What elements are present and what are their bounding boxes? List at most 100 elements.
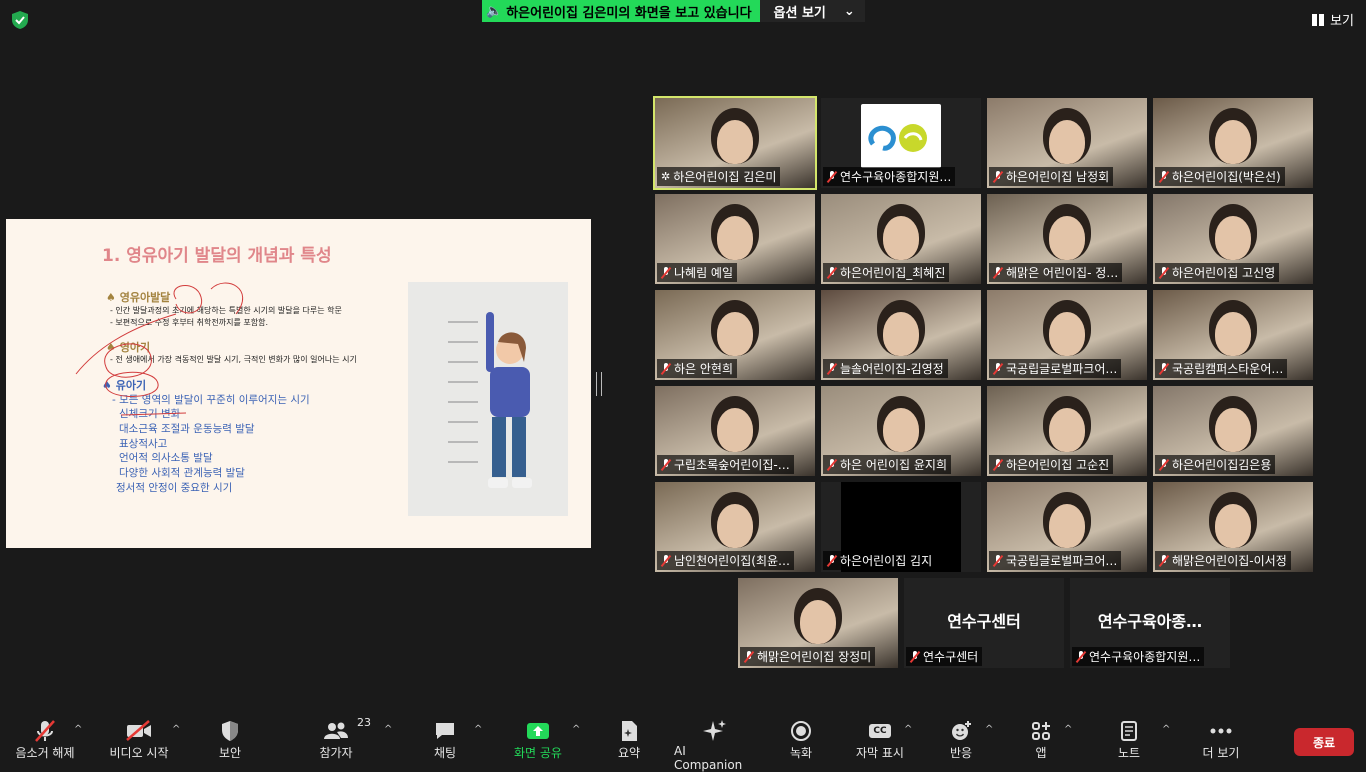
participant-name: 해맑은어린이집-이서정 xyxy=(1172,554,1287,568)
captions-caret-icon[interactable]: ^ xyxy=(904,724,912,735)
participant-name: 하은어린이집 김지 xyxy=(840,554,933,568)
security-button[interactable]: 보안 xyxy=(212,718,248,761)
apps-caret-icon[interactable]: ^ xyxy=(1064,724,1072,735)
participant-name: 하은어린이집 남정회 xyxy=(1006,170,1110,184)
participant-silhouette xyxy=(1049,120,1085,164)
participant-tile[interactable]: 해맑은 어린이집- 정… xyxy=(987,194,1147,284)
participant-name: 남인천어린이집(최윤… xyxy=(674,554,791,568)
participant-display-name: 연수구육아종… xyxy=(1097,612,1203,631)
participant-tile[interactable]: 하은 어린이집 윤지희 xyxy=(821,386,981,476)
reactions-button[interactable]: 반응 xyxy=(946,718,976,761)
chat-bubble-icon xyxy=(434,718,456,744)
share-status-text: 하은어린이집 김은미의 화면을 보고 있습니다 xyxy=(506,5,752,21)
unmute-button[interactable]: 음소거 해제 xyxy=(14,718,76,761)
participant-silhouette xyxy=(717,504,753,548)
mic-muted-icon xyxy=(1159,554,1169,567)
end-meeting-button[interactable]: 종료 xyxy=(1294,728,1354,756)
share-screen-button[interactable]: 화면 공유 xyxy=(510,718,566,761)
share-caret-icon[interactable]: ^ xyxy=(572,724,580,735)
participant-name: 국공립글로벌파크어… xyxy=(1006,362,1118,376)
participant-name: 하은어린이집김은용 xyxy=(1172,458,1272,472)
mic-muted-icon xyxy=(1076,650,1086,663)
participant-tile[interactable]: 하은어린이집 김지 xyxy=(821,482,981,572)
meeting-toolbar: 음소거 해제 ^ 비디오 시작 ^ 보안 23 참가자 ^ 채팅 ^ 화면 공유 xyxy=(0,706,1366,772)
security-shield-icon[interactable] xyxy=(10,10,30,30)
participant-tile[interactable]: 늘솔어린이집-김영정 xyxy=(821,290,981,380)
participant-tile[interactable]: ✲ 하은어린이집 김은미 xyxy=(653,96,817,190)
video-options-caret-icon[interactable]: ^ xyxy=(172,724,180,735)
participant-tile[interactable]: 구립초록숲어린이집-… xyxy=(655,386,815,476)
participant-tile[interactable]: 국공립캠퍼스타운어… xyxy=(1153,290,1313,380)
participant-tile[interactable]: 연수구육아종… 연수구육아종합지원… xyxy=(1070,578,1230,668)
participants-label: 참가자 xyxy=(319,746,353,760)
record-button[interactable]: 녹화 xyxy=(786,718,816,761)
smiley-add-icon xyxy=(950,718,972,744)
view-button[interactable]: 보기 xyxy=(1312,10,1354,29)
participant-nametag: 해맑은어린이집 장정미 xyxy=(740,647,876,666)
mic-muted-icon xyxy=(661,554,671,567)
panel-resize-handle[interactable] xyxy=(596,372,602,396)
apps-icon xyxy=(1031,718,1051,744)
chat-caret-icon[interactable]: ^ xyxy=(474,724,482,735)
mic-muted-icon xyxy=(827,170,837,183)
participant-tile[interactable]: 하은어린이집_최혜진 xyxy=(821,194,981,284)
summary-label: 요약 xyxy=(617,746,641,760)
participant-tile[interactable]: 하은어린이집 고신영 xyxy=(1153,194,1313,284)
participant-nametag: 하은어린이집 남정회 xyxy=(989,167,1114,186)
participant-nametag: 하은 어린이집 윤지희 xyxy=(823,455,951,474)
participant-tile[interactable]: 하은 안현희 xyxy=(655,290,815,380)
ai-companion-button[interactable]: AI Companion xyxy=(674,718,754,772)
grid-view-icon xyxy=(1312,13,1325,26)
spotlight-pin-icon: ✲ xyxy=(661,170,671,183)
mic-muted-icon xyxy=(993,554,1003,567)
reactions-label: 반응 xyxy=(949,746,973,760)
summary-button[interactable]: 요약 xyxy=(614,718,644,761)
audio-options-caret-icon[interactable]: ^ xyxy=(74,724,82,735)
share-screen-icon xyxy=(526,718,550,744)
notes-button[interactable]: 노트 xyxy=(1114,718,1144,761)
participant-nametag: ✲ 하은어린이집 김은미 xyxy=(657,167,781,186)
participant-name: 하은어린이집_최혜진 xyxy=(840,266,946,280)
share-screen-label: 화면 공유 xyxy=(514,746,562,760)
chat-button[interactable]: 채팅 xyxy=(430,718,460,761)
participant-tile[interactable]: 해맑은어린이집 장정미 xyxy=(738,578,898,668)
participants-button[interactable]: 23 참가자 xyxy=(316,716,371,761)
participants-caret-icon[interactable]: ^ xyxy=(384,724,392,735)
participant-nametag: 국공립캠퍼스타운어… xyxy=(1155,359,1288,378)
participant-tile[interactable]: 연수구센터 연수구센터 xyxy=(904,578,1064,668)
security-label: 보안 xyxy=(218,746,242,760)
participant-silhouette xyxy=(717,312,753,356)
participant-tile[interactable]: 하은어린이집 남정회 xyxy=(987,98,1147,188)
participant-silhouette xyxy=(800,600,836,644)
participant-silhouette xyxy=(1049,216,1085,260)
participant-tile[interactable]: 연수구육아종합지원… xyxy=(821,98,981,188)
apps-button[interactable]: 앱 xyxy=(1030,718,1052,761)
captions-icon: CC xyxy=(869,718,891,744)
participant-silhouette xyxy=(1215,120,1251,164)
participant-tile[interactable]: 국공립글로벌파크어… xyxy=(987,290,1147,380)
participant-silhouette xyxy=(1215,504,1251,548)
screen-share-banner: 🔈 하은어린이집 김은미의 화면을 보고 있습니다 옵션 보기 ⌄ xyxy=(482,0,865,22)
mic-muted-icon xyxy=(1159,362,1169,375)
participant-nametag: 늘솔어린이집-김영정 xyxy=(823,359,948,378)
notes-caret-icon[interactable]: ^ xyxy=(1162,724,1170,735)
participant-tile[interactable]: 해맑은어린이집-이서정 xyxy=(1153,482,1313,572)
view-options-button[interactable]: 옵션 보기 ⌄ xyxy=(759,0,865,22)
participant-tile[interactable]: 하은어린이집 고순진 xyxy=(987,386,1147,476)
participant-tile[interactable]: 나혜림 예일 xyxy=(655,194,815,284)
participant-tile[interactable]: 남인천어린이집(최윤… xyxy=(655,482,815,572)
participant-silhouette xyxy=(883,408,919,452)
start-video-button[interactable]: 비디오 시작 xyxy=(107,718,171,761)
video-off-icon xyxy=(125,718,153,744)
participant-tile[interactable]: 하은어린이집(박은선) xyxy=(1153,98,1313,188)
reactions-caret-icon[interactable]: ^ xyxy=(985,724,993,735)
participant-silhouette xyxy=(1215,216,1251,260)
captions-label: 자막 표시 xyxy=(856,746,904,760)
participant-tile[interactable]: 하은어린이집김은용 xyxy=(1153,386,1313,476)
more-button[interactable]: 더 보기 xyxy=(1200,718,1242,761)
participant-name: 하은 안현희 xyxy=(674,362,734,376)
captions-button[interactable]: CC 자막 표시 xyxy=(854,718,906,761)
participant-nametag: 연수구육아종합지원… xyxy=(823,167,956,186)
mic-muted-icon xyxy=(993,266,1003,279)
participant-tile[interactable]: 국공립글로벌파크어… xyxy=(987,482,1147,572)
